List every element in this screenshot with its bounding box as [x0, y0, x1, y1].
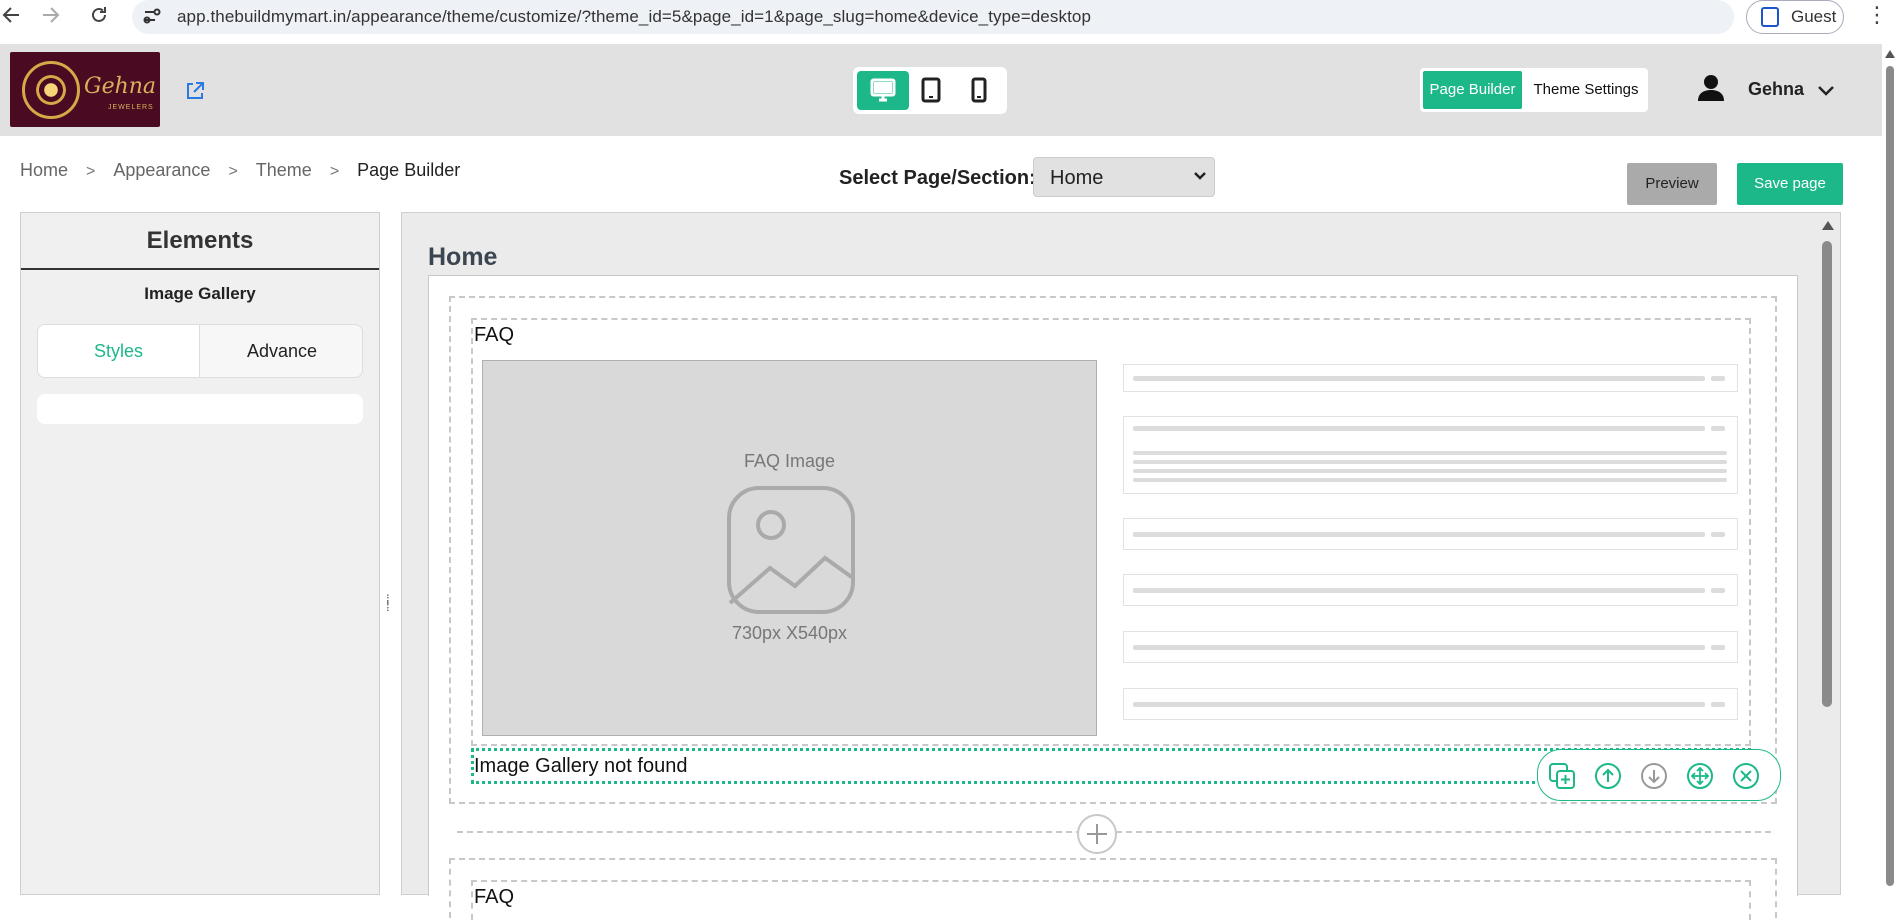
drag-move-icon[interactable] [1686, 762, 1714, 790]
faq-label: FAQ [474, 324, 515, 346]
page-select-value: Home [1050, 167, 1104, 189]
breadcrumb-appearance[interactable]: Appearance [113, 160, 210, 181]
panel-resizer[interactable]: ⁞ ⁞ [382, 212, 398, 895]
divider [21, 268, 379, 270]
profile-button[interactable]: Guest [1746, 0, 1844, 34]
page-select[interactable]: Home [1033, 157, 1215, 197]
chevron-right-icon: > [86, 163, 96, 180]
element-toolbar [1537, 749, 1781, 801]
mobile-view-button[interactable] [953, 71, 1005, 110]
faq-block[interactable]: FAQ FAQ Image 730px X540px [471, 318, 1751, 746]
chevron-down-icon [1192, 166, 1208, 189]
url-text[interactable]: app.thebuildmymart.in/appearance/theme/c… [177, 7, 1091, 27]
chevron-down-icon[interactable] [1816, 80, 1836, 100]
canvas-page-title: Home [428, 243, 498, 271]
profile-label: Guest [1791, 7, 1837, 26]
page-section[interactable]: FAQ FAQ Image 730px X540px Image Gallery… [449, 296, 1781, 804]
save-page-button[interactable]: Save page [1737, 163, 1843, 205]
elements-panel: Elements Image Gallery Styles Advance [20, 212, 380, 895]
page-scrollbar[interactable] [1882, 44, 1898, 895]
breadcrumb-theme[interactable]: Theme [256, 160, 312, 181]
scroll-up-arrow-icon[interactable] [1885, 50, 1895, 58]
tab-advance[interactable]: Advance [201, 325, 362, 377]
elements-title: Elements [146, 227, 254, 254]
device-switcher [853, 67, 1007, 114]
app-header: Gehna JEWELERS Page Builder Theme Settin… [0, 44, 1888, 136]
selected-element-name: Image Gallery [144, 284, 256, 303]
faq-accordion-item[interactable] [1123, 364, 1738, 392]
select-page-label: Select Page/Section: [839, 167, 1036, 189]
desktop-view-button[interactable] [857, 71, 909, 110]
forward-icon[interactable] [40, 4, 62, 26]
breadcrumb-home[interactable]: Home [20, 160, 68, 181]
move-up-icon[interactable] [1594, 762, 1622, 790]
faq-accordion-item[interactable] [1123, 574, 1738, 606]
image-icon [726, 485, 856, 615]
faq-label: FAQ [474, 886, 515, 908]
scroll-up-arrow-icon[interactable] [1822, 221, 1834, 230]
faq-accordion-item[interactable] [1123, 688, 1738, 720]
scrollbar-thumb[interactable] [1822, 241, 1832, 707]
site-info-icon[interactable] [142, 6, 162, 26]
profile-icon [1761, 7, 1779, 27]
faq-accordion-item[interactable] [1123, 518, 1738, 550]
external-link-icon[interactable] [184, 80, 206, 102]
browser-menu-icon[interactable]: ⋮ [1866, 2, 1888, 28]
page-section[interactable]: FAQ [449, 858, 1777, 920]
move-down-icon[interactable] [1640, 762, 1668, 790]
chevron-right-icon: > [228, 163, 238, 180]
scrollbar-thumb[interactable] [1886, 66, 1894, 886]
duplicate-icon[interactable] [1548, 762, 1576, 790]
mode-switcher: Page Builder Theme Settings [1420, 68, 1648, 112]
logo-name: Gehna [84, 74, 157, 99]
page-frame: FAQ FAQ Image 730px X540px Image Gallery… [428, 275, 1798, 920]
logo-emblem [22, 61, 80, 119]
user-icon[interactable] [1697, 73, 1725, 103]
canvas-scrollbar[interactable] [1819, 221, 1837, 896]
faq-accordion-item[interactable] [1123, 416, 1738, 494]
back-icon[interactable] [0, 4, 22, 26]
address-bar[interactable]: app.thebuildmymart.in/appearance/theme/c… [132, 0, 1734, 34]
add-section-button[interactable] [1077, 814, 1117, 854]
user-name[interactable]: Gehna [1748, 79, 1804, 100]
panel-tabs: Styles Advance [37, 324, 363, 378]
faq-image-size: 730px X540px [731, 623, 848, 643]
faq-accordion-item[interactable] [1123, 631, 1738, 663]
faq-block[interactable]: FAQ [471, 880, 1751, 920]
tab-styles[interactable]: Styles [38, 325, 200, 377]
faq-image-placeholder[interactable]: FAQ Image 730px X540px [482, 360, 1097, 736]
breadcrumb: Home > Appearance > Theme > Page Builder [20, 160, 460, 181]
reload-icon[interactable] [88, 4, 110, 26]
logo-subtitle: JEWELERS [108, 104, 154, 111]
drag-handle-icon[interactable]: ⁞ ⁞ [386, 593, 390, 613]
browser-toolbar: app.thebuildmymart.in/appearance/theme/c… [0, 0, 1898, 44]
theme-settings-tab[interactable]: Theme Settings [1526, 71, 1646, 109]
page-builder-tab[interactable]: Page Builder [1423, 71, 1522, 109]
store-logo[interactable]: Gehna JEWELERS [10, 52, 160, 127]
faq-image-label: FAQ Image [743, 451, 836, 471]
page-canvas: Home FAQ FAQ Image 730px X540px Image Ga… [401, 212, 1841, 920]
tablet-view-button[interactable] [905, 71, 957, 110]
breadcrumb-page-builder: Page Builder [357, 160, 461, 180]
styles-content-box [37, 394, 363, 424]
chevron-right-icon: > [329, 163, 340, 180]
preview-button[interactable]: Preview [1627, 163, 1717, 205]
image-gallery-message: Image Gallery not found [474, 755, 688, 777]
delete-icon[interactable] [1732, 762, 1760, 790]
